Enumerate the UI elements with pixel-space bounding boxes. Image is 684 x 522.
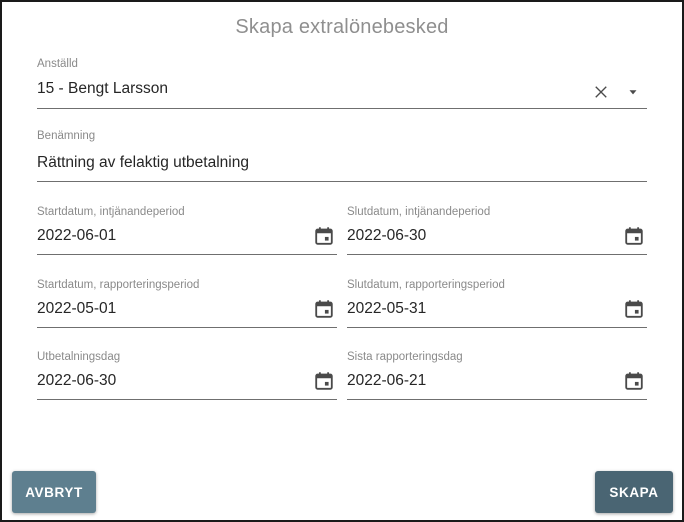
dialog-title: Skapa extralönebesked bbox=[235, 16, 449, 38]
report-end-date-field[interactable]: Slutdatum, rapporteringsperiod 2022-05-3… bbox=[347, 279, 647, 328]
calendar-icon[interactable] bbox=[311, 223, 337, 249]
create-button[interactable]: SKAPA bbox=[595, 471, 673, 513]
report-end-value: 2022-05-31 bbox=[347, 300, 427, 317]
description-value: Rättning av felaktig utbetalning bbox=[37, 154, 249, 171]
employee-select[interactable]: Anställd 15 - Bengt Larsson bbox=[37, 58, 647, 109]
report-start-value: 2022-05-01 bbox=[37, 300, 117, 317]
earning-start-date-field[interactable]: Startdatum, intjänandeperiod 2022-06-01 bbox=[37, 206, 337, 255]
last-report-day-field[interactable]: Sista rapporteringsdag 2022-06-21 bbox=[347, 351, 647, 400]
last-report-day-value: 2022-06-21 bbox=[347, 372, 427, 389]
report-end-label: Slutdatum, rapporteringsperiod bbox=[347, 279, 505, 291]
description-label: Benämning bbox=[37, 130, 96, 142]
earning-end-value: 2022-06-30 bbox=[347, 227, 427, 244]
employee-value: 15 - Bengt Larsson bbox=[37, 80, 168, 97]
cancel-button[interactable]: AVBRYT bbox=[12, 471, 96, 513]
report-start-date-field[interactable]: Startdatum, rapporteringsperiod 2022-05-… bbox=[37, 279, 337, 328]
payment-day-label: Utbetalningsdag bbox=[37, 351, 121, 363]
create-extra-payslip-dialog: Skapa extralönebesked Anställd 15 - Beng… bbox=[0, 0, 684, 522]
calendar-icon[interactable] bbox=[621, 223, 647, 249]
employee-label: Anställd bbox=[37, 58, 78, 70]
payment-day-value: 2022-06-30 bbox=[37, 372, 117, 389]
calendar-icon[interactable] bbox=[621, 296, 647, 322]
earning-start-value: 2022-06-01 bbox=[37, 227, 117, 244]
payment-day-field[interactable]: Utbetalningsdag 2022-06-30 bbox=[37, 351, 337, 400]
description-field[interactable]: Benämning Rättning av felaktig utbetalni… bbox=[37, 130, 647, 182]
earning-start-label: Startdatum, intjänandeperiod bbox=[37, 206, 185, 218]
calendar-icon[interactable] bbox=[311, 368, 337, 394]
earning-end-label: Slutdatum, intjänandeperiod bbox=[347, 206, 491, 218]
last-report-day-label: Sista rapporteringsdag bbox=[347, 351, 463, 363]
caret-down-icon[interactable] bbox=[621, 80, 645, 104]
report-start-label: Startdatum, rapporteringsperiod bbox=[37, 279, 200, 291]
earning-end-date-field[interactable]: Slutdatum, intjänandeperiod 2022-06-30 bbox=[347, 206, 647, 255]
clear-icon[interactable] bbox=[589, 80, 613, 104]
calendar-icon[interactable] bbox=[621, 368, 647, 394]
calendar-icon[interactable] bbox=[311, 296, 337, 322]
